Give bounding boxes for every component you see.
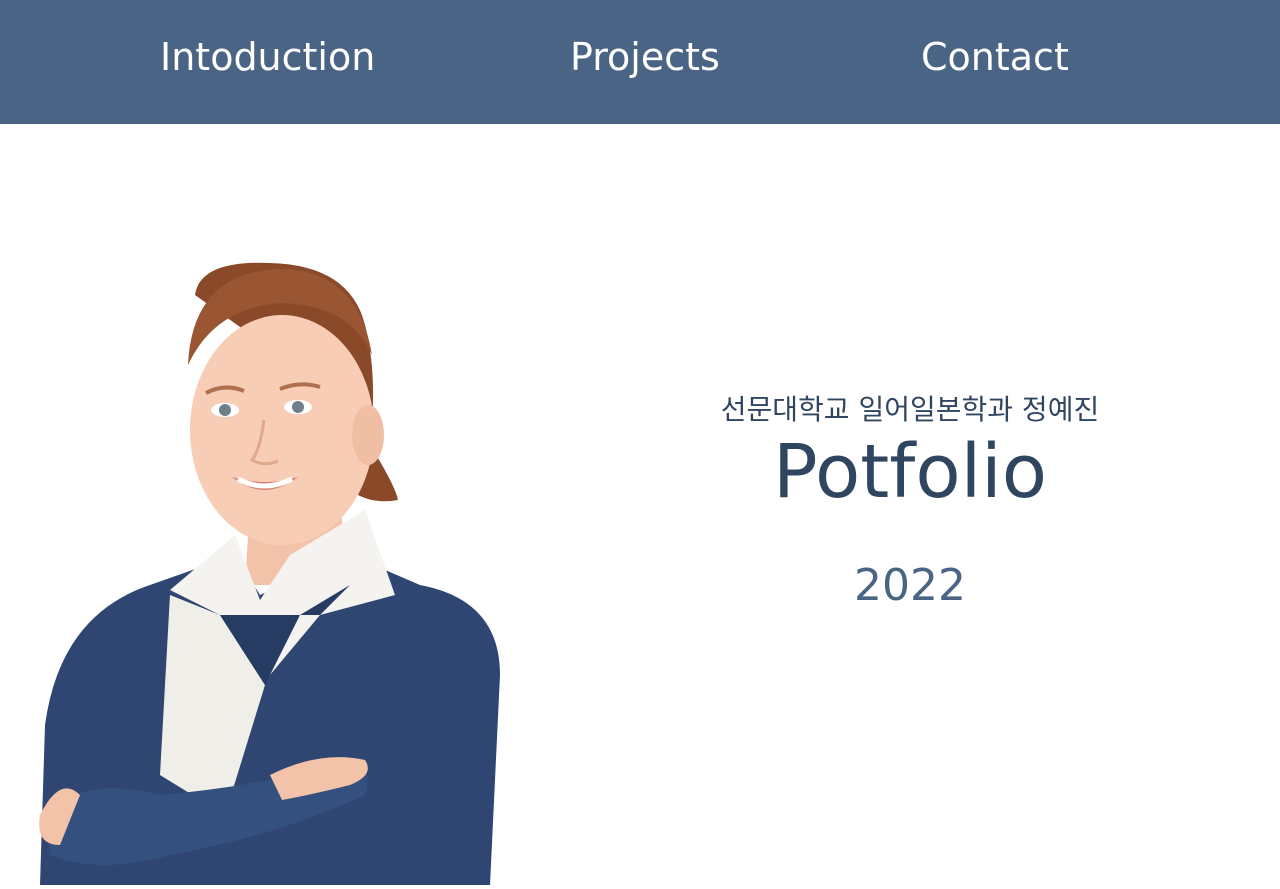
top-navigation-bar: Intoduction Projects Contact	[0, 0, 1280, 124]
author-subtitle: 선문대학교 일어일본학과 정예진	[720, 393, 1100, 426]
nav-link-introduction[interactable]: Intoduction	[160, 34, 375, 80]
nav-link-contact[interactable]: Contact	[921, 34, 1069, 80]
nav-link-projects[interactable]: Projects	[570, 34, 720, 80]
page-title: Potfolio	[773, 429, 1047, 515]
profile-photo	[20, 255, 520, 885]
hero-section: 선문대학교 일어일본학과 정예진 Potfolio 2022	[640, 390, 1180, 612]
portfolio-year: 2022	[854, 560, 966, 611]
